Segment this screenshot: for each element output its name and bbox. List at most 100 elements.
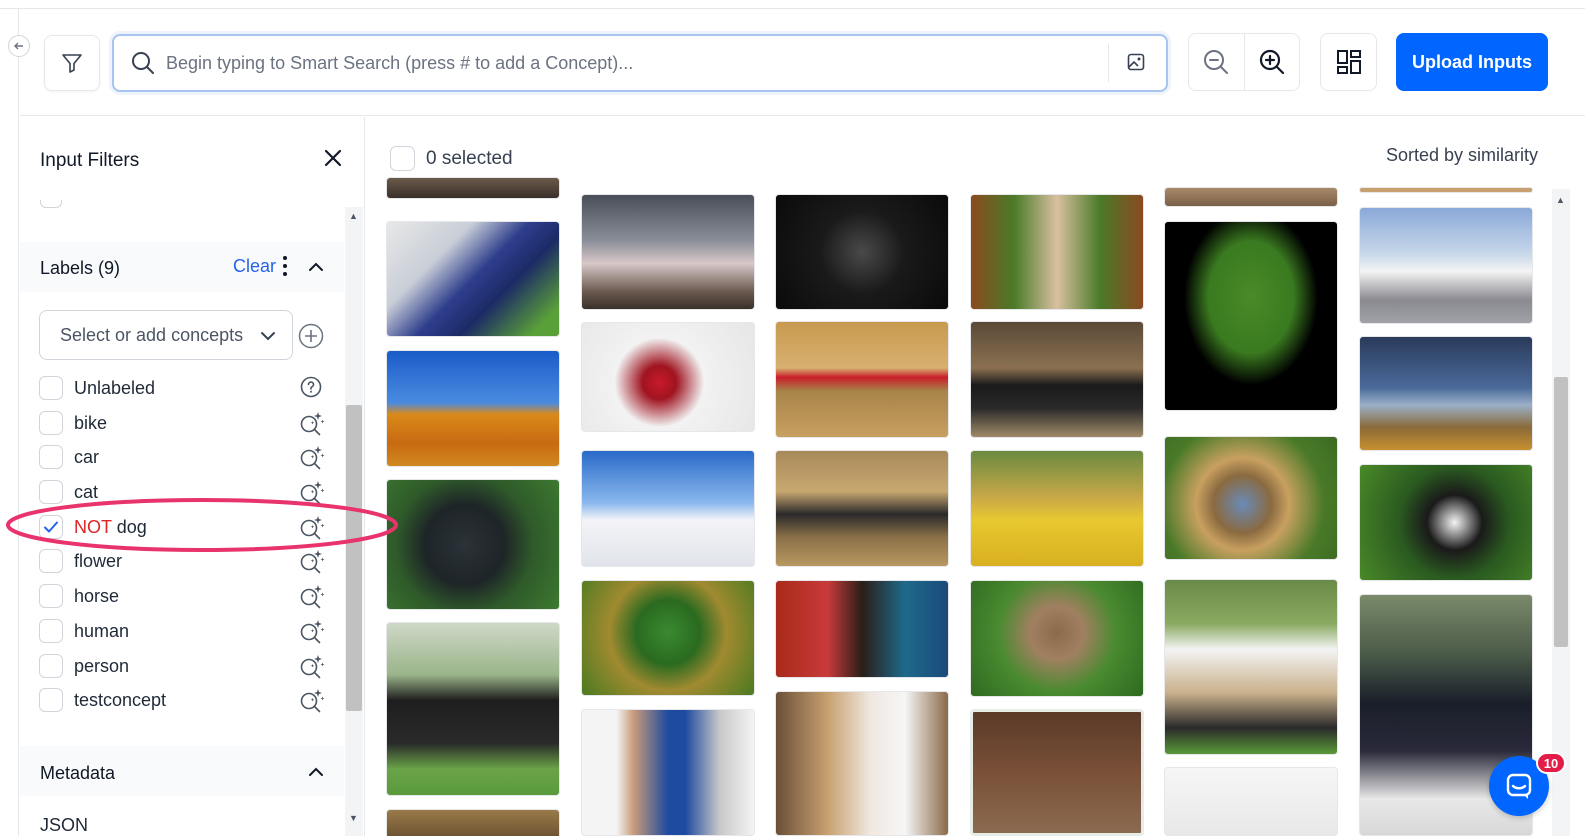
image-tile[interactable] bbox=[386, 221, 560, 337]
magic-search-icon[interactable] bbox=[299, 444, 325, 470]
close-icon[interactable] bbox=[322, 147, 344, 169]
label-item-car[interactable]: car bbox=[39, 444, 339, 479]
image-tile[interactable] bbox=[1164, 187, 1338, 207]
add-concept-icon[interactable] bbox=[298, 323, 324, 349]
labels-title: Labels (9) bbox=[40, 258, 121, 278]
scroll-up-arrow-icon[interactable]: ▲ bbox=[1556, 195, 1565, 205]
notification-badge: 10 bbox=[1536, 752, 1566, 774]
search-divider bbox=[1108, 44, 1109, 82]
magic-search-icon[interactable] bbox=[299, 410, 325, 436]
chevron-up-icon[interactable] bbox=[305, 256, 327, 278]
magic-search-icon[interactable] bbox=[299, 514, 325, 540]
image-tile[interactable] bbox=[775, 691, 949, 836]
selected-count: 0 selected bbox=[426, 148, 513, 169]
label-item-unlabeled[interactable]: Unlabeled bbox=[39, 375, 339, 410]
zoom-in-icon bbox=[1259, 49, 1285, 75]
image-tile[interactable] bbox=[1359, 207, 1533, 324]
scroll-up-arrow-icon[interactable]: ▲ bbox=[349, 211, 358, 221]
label-item-human[interactable]: human bbox=[39, 618, 339, 653]
filter-icon bbox=[62, 54, 82, 73]
magic-search-icon[interactable] bbox=[299, 687, 325, 713]
sort-label[interactable]: Sorted by similarity bbox=[1386, 145, 1538, 166]
image-tile[interactable] bbox=[970, 321, 1144, 438]
chevron-down-icon bbox=[261, 332, 275, 341]
image-tile[interactable] bbox=[581, 194, 755, 310]
image-tile[interactable] bbox=[1164, 436, 1338, 560]
label-item-testconcept[interactable]: testconcept bbox=[39, 687, 339, 722]
zoom-out-button[interactable] bbox=[1189, 34, 1244, 90]
zoom-controls bbox=[1188, 33, 1300, 91]
search-icon bbox=[132, 52, 154, 74]
image-tile[interactable] bbox=[581, 450, 755, 567]
magic-search-icon[interactable] bbox=[299, 583, 325, 609]
label-checkbox[interactable] bbox=[39, 584, 63, 609]
select-all-checkbox[interactable] bbox=[390, 146, 415, 171]
image-tile[interactable] bbox=[970, 450, 1144, 567]
image-tile[interactable] bbox=[581, 322, 755, 432]
arrow-left-icon bbox=[14, 42, 23, 50]
label-item-cat[interactable]: cat bbox=[39, 479, 339, 514]
labels-section-header[interactable]: Labels (9) Clear bbox=[20, 242, 344, 292]
image-tile[interactable] bbox=[386, 177, 560, 199]
label-checkbox[interactable] bbox=[39, 480, 63, 505]
filter-button[interactable] bbox=[44, 35, 100, 91]
label-checkbox-checked[interactable] bbox=[39, 514, 63, 539]
label-item-person[interactable]: person bbox=[39, 653, 339, 688]
image-tile[interactable] bbox=[775, 580, 949, 678]
label-checkbox[interactable] bbox=[39, 688, 63, 713]
zoom-in-button[interactable] bbox=[1243, 34, 1299, 90]
magic-search-icon[interactable] bbox=[299, 618, 325, 644]
label-checkbox[interactable] bbox=[39, 445, 63, 470]
metadata-section-header[interactable]: Metadata bbox=[20, 746, 344, 796]
image-tile[interactable] bbox=[775, 194, 949, 310]
label-checkbox[interactable] bbox=[39, 618, 63, 643]
image-tile[interactable] bbox=[970, 709, 1144, 836]
label-item-bike[interactable]: bike bbox=[39, 410, 339, 445]
image-tile[interactable] bbox=[1359, 336, 1533, 451]
image-tile[interactable] bbox=[581, 709, 755, 836]
image-tile[interactable] bbox=[970, 580, 1144, 697]
label-item-flower[interactable]: flower bbox=[39, 548, 339, 583]
image-tile[interactable] bbox=[386, 479, 560, 610]
label-text: car bbox=[74, 447, 100, 468]
upload-inputs-button[interactable]: Upload Inputs bbox=[1396, 33, 1548, 91]
more-options-icon[interactable] bbox=[278, 254, 292, 278]
label-checkbox[interactable] bbox=[39, 410, 63, 435]
image-tile[interactable] bbox=[1359, 187, 1533, 193]
gallery-scroll-thumb[interactable] bbox=[1554, 377, 1568, 647]
image-tile[interactable] bbox=[775, 450, 949, 567]
label-text: person bbox=[74, 655, 130, 676]
label-checkbox[interactable] bbox=[39, 653, 63, 678]
collapse-sidebar-button[interactable] bbox=[8, 35, 30, 57]
labels-clear-link[interactable]: Clear bbox=[233, 256, 276, 277]
image-tile[interactable] bbox=[1164, 767, 1338, 836]
smart-search-box[interactable] bbox=[112, 34, 1168, 92]
image-tile[interactable] bbox=[386, 809, 560, 836]
chevron-up-icon[interactable] bbox=[305, 761, 327, 783]
layout-toggle-button[interactable] bbox=[1320, 33, 1377, 91]
help-circle-icon[interactable] bbox=[299, 375, 323, 399]
label-item-not-dog[interactable]: NOT dog bbox=[39, 514, 339, 549]
image-tile[interactable] bbox=[386, 622, 560, 796]
image-tile[interactable] bbox=[1164, 221, 1338, 411]
input-filters-panel: Input Filters ▲ ▼ Labels (9) Clear Selec… bbox=[20, 117, 365, 836]
image-search-icon[interactable] bbox=[1126, 52, 1146, 72]
concept-select[interactable]: Select or add concepts bbox=[39, 310, 293, 360]
metadata-json-label: JSON bbox=[40, 815, 89, 835]
image-tile[interactable] bbox=[386, 350, 560, 467]
image-tile[interactable] bbox=[1359, 464, 1533, 581]
label-item-horse[interactable]: horse bbox=[39, 583, 339, 618]
magic-search-icon[interactable] bbox=[299, 479, 325, 505]
image-tile[interactable] bbox=[775, 321, 949, 438]
magic-search-icon[interactable] bbox=[299, 548, 325, 574]
checkmark-icon bbox=[44, 521, 58, 533]
label-checkbox[interactable] bbox=[39, 376, 63, 400]
scroll-down-arrow-icon[interactable]: ▼ bbox=[349, 813, 358, 823]
image-tile[interactable] bbox=[970, 194, 1144, 310]
image-tile[interactable] bbox=[1164, 579, 1338, 755]
search-input[interactable] bbox=[166, 46, 1096, 80]
label-checkbox[interactable] bbox=[39, 549, 63, 574]
sidebar-scroll-thumb[interactable] bbox=[346, 405, 362, 711]
magic-search-icon[interactable] bbox=[299, 653, 325, 679]
image-tile[interactable] bbox=[581, 580, 755, 696]
